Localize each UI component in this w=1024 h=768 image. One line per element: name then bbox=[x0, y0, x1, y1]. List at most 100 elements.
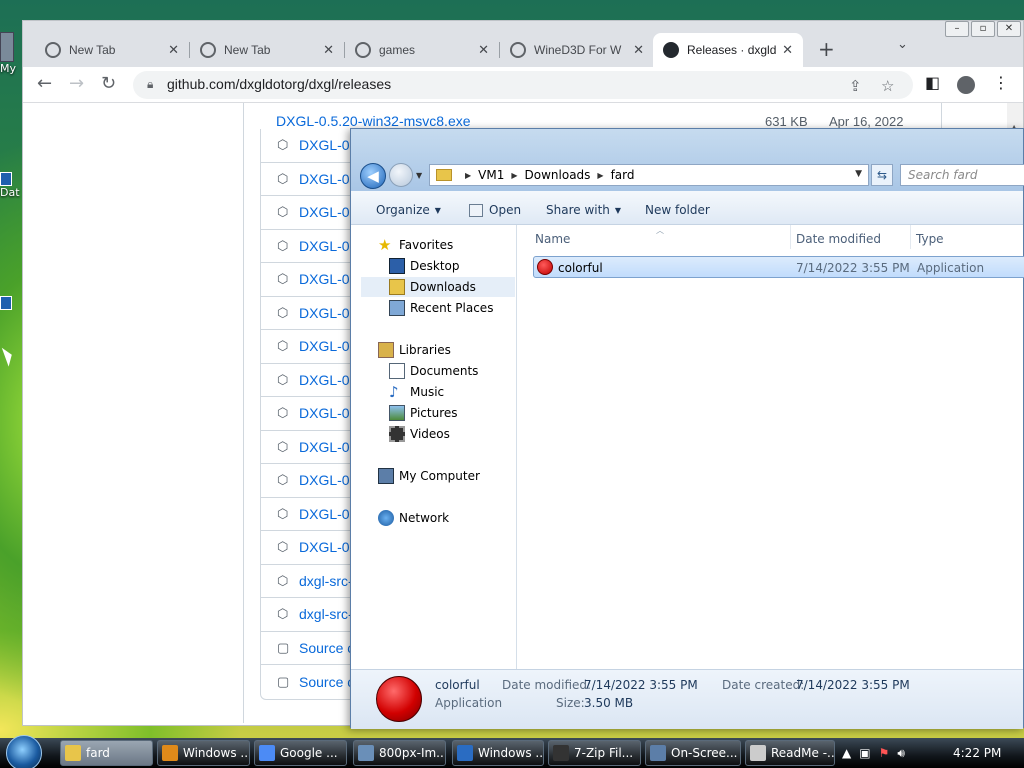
organize-button[interactable]: Organize ▼ bbox=[376, 203, 441, 217]
close-icon[interactable]: ✕ bbox=[633, 42, 644, 58]
nav-documents[interactable]: Documents bbox=[389, 361, 478, 381]
globe-icon bbox=[355, 42, 371, 58]
breadcrumb-vm1[interactable]: VM1 bbox=[478, 168, 504, 182]
chevron-right-icon[interactable]: ▶ bbox=[465, 171, 471, 180]
forward-arrow-icon[interactable]: → bbox=[69, 73, 84, 94]
open-button[interactable]: Open bbox=[469, 203, 521, 217]
chevron-right-icon[interactable]: ▶ bbox=[597, 171, 603, 180]
new-tab-icon[interactable]: + bbox=[818, 37, 835, 61]
search-input[interactable]: Search fard bbox=[900, 164, 1024, 186]
back-arrow-icon[interactable]: ◀ bbox=[360, 163, 386, 189]
close-icon[interactable]: ✕ bbox=[323, 42, 334, 58]
minimize-button[interactable]: – bbox=[945, 21, 969, 37]
column-divider[interactable] bbox=[910, 225, 911, 249]
taskbar-button[interactable]: 800px-Im... bbox=[353, 740, 446, 766]
nav-downloads[interactable]: Downloads bbox=[361, 277, 515, 297]
side-panel-icon[interactable]: ◧ bbox=[925, 73, 940, 92]
new-folder-button[interactable]: New folder bbox=[645, 203, 710, 217]
tab-wined3d[interactable]: WineD3D For W ✕ bbox=[500, 33, 654, 67]
chevron-up-icon[interactable]: ▲ bbox=[842, 746, 851, 760]
tab-title: WineD3D For W bbox=[534, 43, 622, 57]
close-icon[interactable]: ✕ bbox=[168, 42, 179, 58]
taskbar-button[interactable]: Windows ... bbox=[452, 740, 544, 766]
tab-title: New Tab bbox=[69, 43, 116, 57]
tab-games[interactable]: games ✕ bbox=[345, 33, 500, 67]
menu-kebab-icon[interactable]: ⋮ bbox=[993, 73, 1009, 92]
chevron-down-icon[interactable]: ⌄ bbox=[897, 37, 908, 52]
taskbar-button[interactable]: On-Scree... bbox=[645, 740, 741, 766]
package-icon: ⬡ bbox=[277, 204, 289, 220]
taskbar-button[interactable]: 7-Zip Fil... bbox=[548, 740, 641, 766]
desktop-icon-computer[interactable]: My bbox=[0, 32, 22, 75]
chevron-down-icon[interactable]: ▼ bbox=[855, 169, 862, 179]
file-date: 7/14/2022 3:55 PM bbox=[796, 261, 910, 275]
sort-arrow-icon: ︿ bbox=[656, 226, 664, 235]
refresh-icon[interactable]: ⇆ bbox=[871, 164, 893, 186]
network-tray-icon[interactable]: ▣ bbox=[859, 746, 870, 760]
nav-favorites[interactable]: ★ Favorites bbox=[378, 235, 453, 255]
asset-link[interactable]: dxgl-src- bbox=[299, 606, 353, 622]
profile-avatar[interactable] bbox=[957, 76, 975, 94]
red-ball-icon bbox=[376, 676, 422, 722]
tab-title: games bbox=[379, 43, 416, 57]
chevron-down-icon[interactable]: ▼ bbox=[416, 171, 422, 180]
taskbar-button[interactable]: ReadMe -... bbox=[745, 740, 835, 766]
address-bar[interactable]: ▶ VM1 ▶ Downloads ▶ fard ▼ bbox=[429, 164, 869, 186]
taskbar-button[interactable]: Windows ... bbox=[157, 740, 250, 766]
nav-libraries[interactable]: Libraries bbox=[378, 340, 451, 360]
command-bar: Organize ▼ Open Share with ▼ New folder bbox=[351, 191, 1023, 225]
details-date-modified: 7/14/2022 3:55 PM bbox=[584, 678, 698, 692]
nav-network[interactable]: Network bbox=[378, 508, 449, 528]
column-date-modified[interactable]: Date modified bbox=[796, 232, 881, 246]
package-icon: ⬡ bbox=[277, 472, 289, 488]
details-date-created-label: Date created: bbox=[722, 678, 805, 692]
asset-link[interactable]: dxgl-src- bbox=[299, 573, 353, 589]
nav-recent-places[interactable]: Recent Places bbox=[389, 298, 493, 318]
explorer-titlebar: ◀ ▼ ▶ VM1 ▶ Downloads ▶ fard ▼ ⇆ Search … bbox=[351, 129, 1024, 191]
clock[interactable]: 4:22 PM bbox=[953, 746, 1001, 760]
nav-my-computer[interactable]: My Computer bbox=[378, 466, 480, 486]
back-arrow-icon[interactable]: ← bbox=[37, 73, 52, 94]
desktop-icon-shortcut[interactable] bbox=[0, 296, 22, 310]
star-icon[interactable]: ☆ bbox=[881, 77, 894, 95]
new-folder-label: New folder bbox=[645, 203, 710, 217]
column-divider[interactable] bbox=[790, 225, 791, 249]
close-icon[interactable]: ✕ bbox=[782, 42, 793, 58]
nav-videos[interactable]: Videos bbox=[389, 424, 450, 444]
breadcrumb-fard[interactable]: fard bbox=[611, 168, 635, 182]
forward-arrow-icon[interactable] bbox=[389, 163, 413, 187]
taskbar-label: 7-Zip Fil... bbox=[574, 746, 634, 760]
tab-releases[interactable]: Releases · dxgld ✕ bbox=[653, 33, 803, 67]
breadcrumb-downloads[interactable]: Downloads bbox=[525, 168, 591, 182]
nav-music[interactable]: ♪ Music bbox=[389, 382, 444, 402]
volume-icon[interactable]: 🔊︎ bbox=[897, 746, 905, 761]
file-row-colorful[interactable]: colorful 7/14/2022 3:55 PM Application bbox=[533, 256, 1024, 278]
action-center-icon[interactable]: ⚑ bbox=[879, 746, 890, 760]
asset-link[interactable]: Source c bbox=[299, 674, 354, 690]
close-icon[interactable]: ✕ bbox=[478, 42, 489, 58]
asset-link[interactable]: DXGL-0.5.20-win32-msvc8.exe bbox=[276, 113, 471, 129]
maximize-button[interactable]: ▫ bbox=[971, 21, 995, 37]
chevron-right-icon[interactable]: ▶ bbox=[511, 171, 517, 180]
tab-new-tab-2[interactable]: New Tab ✕ bbox=[190, 33, 345, 67]
tab-new-tab-1[interactable]: New Tab ✕ bbox=[35, 33, 190, 67]
star-icon: ★ bbox=[378, 236, 392, 254]
reload-icon[interactable]: ↻ bbox=[101, 73, 116, 94]
nav-desktop[interactable]: Desktop bbox=[389, 256, 460, 276]
nav-label: Music bbox=[410, 385, 445, 399]
taskbar-button[interactable]: Google ... bbox=[254, 740, 347, 766]
column-name[interactable]: Name bbox=[535, 232, 570, 246]
close-window-button[interactable]: ✕ bbox=[997, 21, 1021, 37]
column-type[interactable]: Type bbox=[916, 232, 944, 246]
start-button[interactable] bbox=[6, 735, 42, 768]
address-bar[interactable]: 🔒︎ github.com/dxgldotorg/dxgl/releases ⇪… bbox=[133, 71, 913, 99]
app-icon bbox=[750, 745, 766, 761]
desktop-icon-data[interactable]: Dat bbox=[0, 172, 22, 199]
nav-label: Network bbox=[399, 511, 450, 525]
nav-pictures[interactable]: Pictures bbox=[389, 403, 458, 423]
share-with-button[interactable]: Share with ▼ bbox=[546, 203, 621, 217]
taskbar-button[interactable]: fard bbox=[60, 740, 153, 766]
asset-link[interactable]: Source c bbox=[299, 640, 354, 656]
share-icon[interactable]: ⇪ bbox=[849, 77, 862, 95]
nav-label: Pictures bbox=[410, 406, 458, 420]
